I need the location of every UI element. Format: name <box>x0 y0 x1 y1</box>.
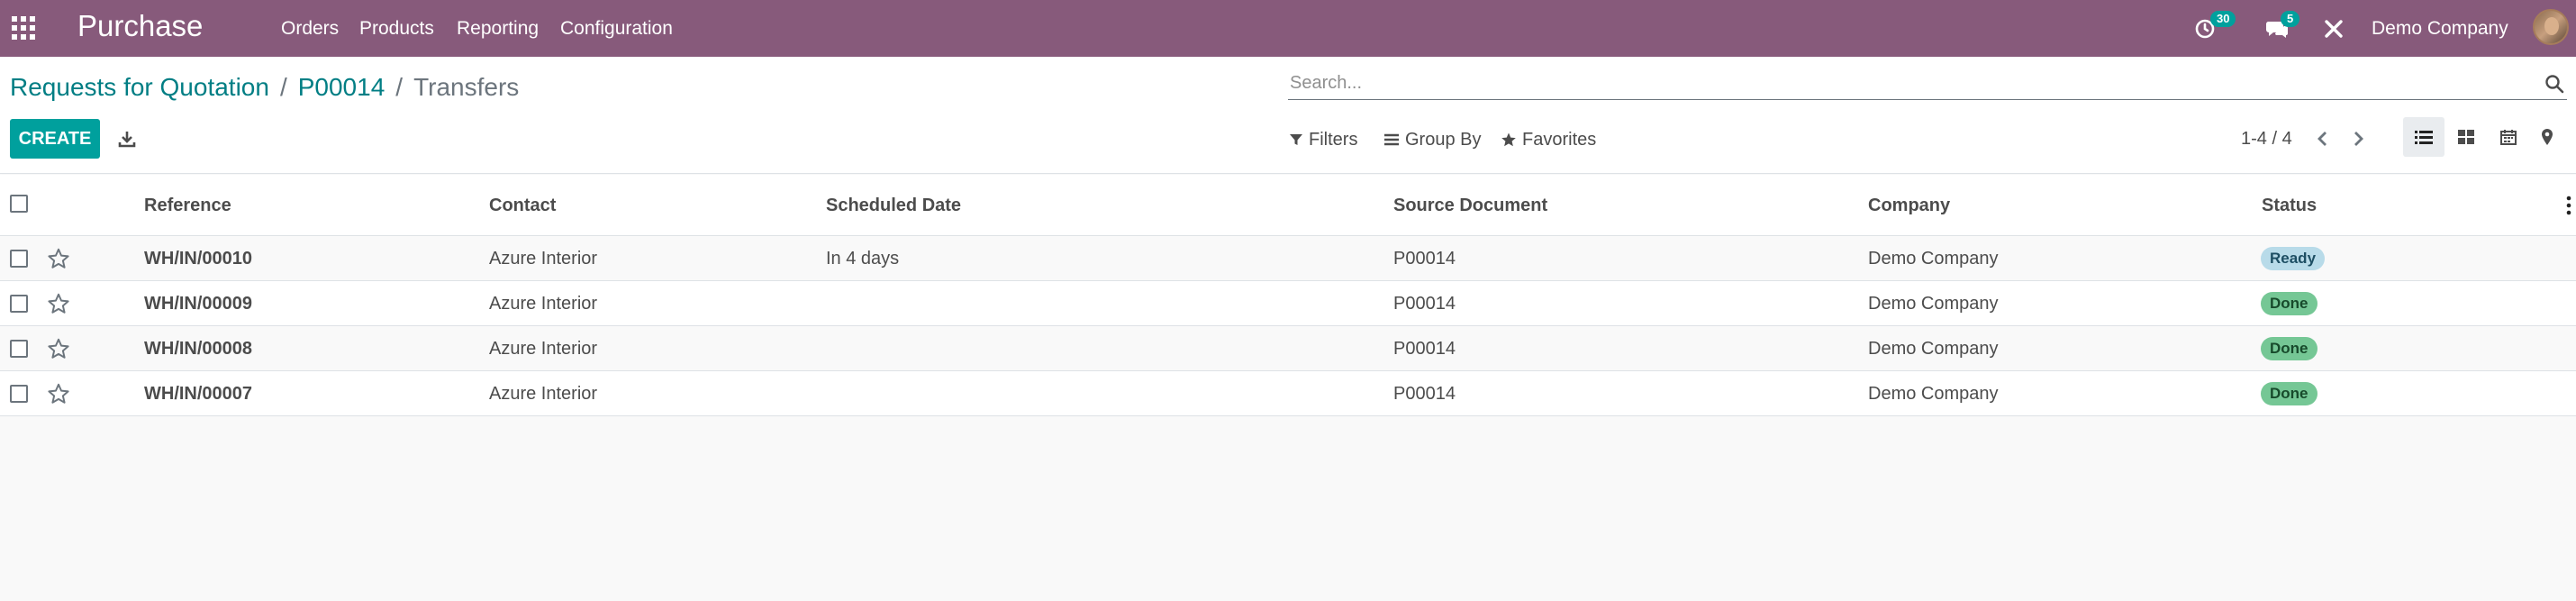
activity-button[interactable] <box>2194 0 2216 57</box>
cell-contact: Azure Interior <box>489 339 598 359</box>
filters-label: Filters <box>1309 129 1358 150</box>
cell-company: Demo Company <box>1868 294 1999 314</box>
messages-count-badge: 5 <box>2281 11 2300 27</box>
cell-company: Demo Company <box>1868 384 1999 404</box>
table-row[interactable]: WH/IN/00010 Azure Interior In 4 days P00… <box>0 236 2576 281</box>
pager-next-button[interactable] <box>2345 123 2372 154</box>
view-map-button[interactable] <box>2526 117 2568 157</box>
list-icon <box>2415 131 2433 144</box>
table-row[interactable]: WH/IN/00007 Azure Interior P00014 Demo C… <box>0 371 2576 416</box>
breadcrumb-separator: / <box>279 73 287 101</box>
app-brand[interactable]: Purchase <box>77 8 203 44</box>
menu-configuration[interactable]: Configuration <box>560 0 673 57</box>
chevron-right-icon <box>2354 132 2363 146</box>
cell-source-document: P00014 <box>1393 339 1456 359</box>
column-header-contact[interactable]: Contact <box>489 175 556 236</box>
cell-source-document: P00014 <box>1393 249 1456 269</box>
status-badge: Done <box>2261 337 2317 360</box>
search-icon[interactable] <box>2544 73 2565 95</box>
calendar-icon <box>2500 130 2517 145</box>
debug-tools-button[interactable] <box>2324 0 2344 57</box>
pager-value[interactable]: 1-4 / 4 <box>2241 125 2292 152</box>
menu-products[interactable]: Products <box>359 0 434 57</box>
group-by-label: Group By <box>1405 129 1482 150</box>
activity-count-badge: 30 <box>2210 11 2236 27</box>
group-by-dropdown[interactable]: Group By <box>1383 126 1481 153</box>
cell-reference: WH/IN/00009 <box>144 294 253 314</box>
view-kanban-button[interactable] <box>2445 117 2487 157</box>
optional-columns-icon[interactable] <box>2565 195 2572 216</box>
star-outline-icon[interactable] <box>47 292 70 315</box>
bars-icon <box>1384 133 1399 146</box>
star-outline-icon[interactable] <box>47 247 70 270</box>
search-input[interactable] <box>1288 68 2522 98</box>
cell-contact: Azure Interior <box>489 249 598 269</box>
apps-menu-icon[interactable] <box>11 15 36 41</box>
cell-contact: Azure Interior <box>489 384 598 404</box>
view-calendar-button[interactable] <box>2488 117 2529 157</box>
top-navbar: Purchase Orders Products Reporting Confi… <box>0 0 2576 57</box>
status-badge: Done <box>2261 292 2317 315</box>
user-avatar[interactable] <box>2533 9 2569 45</box>
download-button[interactable] <box>113 124 141 153</box>
column-header-scheduled-date[interactable]: Scheduled Date <box>826 175 961 236</box>
search-bar <box>1288 68 2567 100</box>
breadcrumb-requests-for-quotation[interactable]: Requests for Quotation <box>10 71 269 104</box>
row-checkbox[interactable] <box>10 250 28 268</box>
row-checkbox[interactable] <box>10 295 28 313</box>
cell-source-document: P00014 <box>1393 294 1456 314</box>
star-outline-icon[interactable] <box>47 382 70 405</box>
menu-reporting[interactable]: Reporting <box>457 0 539 57</box>
breadcrumb-current: Transfers <box>413 73 520 101</box>
map-marker-icon <box>2542 129 2553 145</box>
create-button[interactable]: CREATE <box>10 119 100 159</box>
table-row[interactable]: WH/IN/00008 Azure Interior P00014 Demo C… <box>0 326 2576 371</box>
cell-company: Demo Company <box>1868 339 1999 359</box>
download-icon <box>118 132 136 148</box>
cell-reference: WH/IN/00008 <box>144 339 253 359</box>
breadcrumb-p00014[interactable]: P00014 <box>298 71 385 104</box>
table-header: Reference Contact Scheduled Date Source … <box>0 175 2576 236</box>
menu-orders[interactable]: Orders <box>281 0 339 57</box>
breadcrumb-separator: / <box>395 73 404 101</box>
cell-reference: WH/IN/00007 <box>144 384 253 404</box>
column-header-company[interactable]: Company <box>1868 175 1950 236</box>
filter-icon <box>1290 134 1302 145</box>
cell-contact: Azure Interior <box>489 294 598 314</box>
column-header-reference[interactable]: Reference <box>144 175 231 236</box>
cell-source-document: P00014 <box>1393 384 1456 404</box>
control-panel: Requests for Quotation / P00014 / Transf… <box>0 57 2576 174</box>
column-header-source-document[interactable]: Source Document <box>1393 175 1547 236</box>
favorites-dropdown[interactable]: Favorites <box>1501 126 1596 153</box>
transfers-list: Reference Contact Scheduled Date Source … <box>0 175 2576 416</box>
filters-dropdown[interactable]: Filters <box>1289 126 1357 153</box>
cell-reference: WH/IN/00010 <box>144 249 253 269</box>
status-badge: Done <box>2261 382 2317 405</box>
status-badge: Ready <box>2261 247 2326 270</box>
view-list-button[interactable] <box>2403 117 2444 157</box>
messages-button[interactable] <box>2265 0 2289 57</box>
breadcrumb: Requests for Quotation / P00014 / Transf… <box>10 71 519 104</box>
row-checkbox[interactable] <box>10 340 28 358</box>
kanban-icon <box>2458 130 2474 144</box>
tools-icon <box>2325 19 2343 38</box>
select-all-checkbox[interactable] <box>10 195 28 213</box>
row-checkbox[interactable] <box>10 385 28 403</box>
star-outline-icon[interactable] <box>47 337 70 360</box>
chevron-left-icon <box>2317 132 2327 146</box>
table-row[interactable]: WH/IN/00009 Azure Interior P00014 Demo C… <box>0 281 2576 326</box>
favorites-label: Favorites <box>1522 129 1597 150</box>
cell-company: Demo Company <box>1868 249 1999 269</box>
column-header-status[interactable]: Status <box>2262 175 2317 236</box>
company-switcher[interactable]: Demo Company <box>2372 0 2508 57</box>
cell-scheduled-date: In 4 days <box>826 249 900 269</box>
pager-previous-button[interactable] <box>2308 123 2336 154</box>
star-icon <box>1501 132 1516 147</box>
